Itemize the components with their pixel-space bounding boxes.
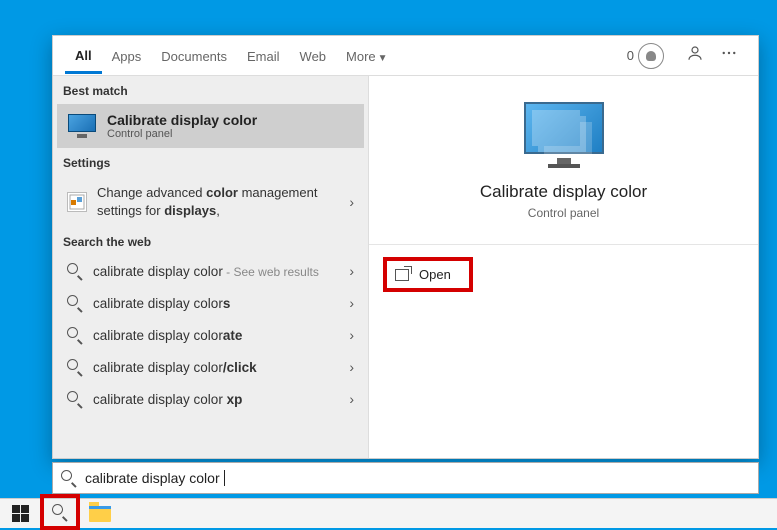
section-header-best-match: Best match xyxy=(53,76,368,104)
divider xyxy=(369,244,758,245)
tab-email[interactable]: Email xyxy=(237,39,290,72)
rewards-medal-icon[interactable] xyxy=(638,43,664,69)
windows-logo-icon xyxy=(12,505,29,522)
more-options-icon[interactable] xyxy=(720,44,738,67)
search-input-value: calibrate display color xyxy=(85,470,220,486)
web-result-text: calibrate display colorate xyxy=(93,328,242,343)
chevron-right-icon[interactable]: › xyxy=(349,359,354,375)
search-icon xyxy=(67,359,83,375)
account-icon[interactable] xyxy=(686,44,704,67)
section-header-web: Search the web xyxy=(53,227,368,255)
filter-tabs-row: All Apps Documents Email Web More▼ 0 xyxy=(53,36,758,76)
results-left-column: Best match Calibrate display color Contr… xyxy=(53,76,369,458)
rewards-count: 0 xyxy=(627,48,634,63)
monitor-icon xyxy=(67,114,97,138)
section-header-settings: Settings xyxy=(53,148,368,176)
web-result-item[interactable]: calibrate display color xp › xyxy=(57,383,364,415)
tab-apps[interactable]: Apps xyxy=(102,39,152,72)
tab-all[interactable]: All xyxy=(65,38,102,74)
open-label: Open xyxy=(419,267,451,282)
preview-title: Calibrate display color xyxy=(369,182,758,202)
search-icon xyxy=(52,504,68,520)
folder-icon xyxy=(89,506,111,522)
web-result-item[interactable]: calibrate display color - See web result… xyxy=(57,255,364,287)
tab-documents[interactable]: Documents xyxy=(151,39,237,72)
chevron-right-icon[interactable]: › xyxy=(349,263,354,279)
preview-subtitle: Control panel xyxy=(369,206,758,220)
web-result-text: calibrate display color/click xyxy=(93,360,257,375)
best-match-subtitle: Control panel xyxy=(107,128,257,140)
web-result-item[interactable]: calibrate display color/click › xyxy=(57,351,364,383)
search-icon xyxy=(67,327,83,343)
search-icon xyxy=(67,391,83,407)
search-icon xyxy=(61,470,77,486)
monitor-preview-icon xyxy=(524,102,604,168)
web-result-item[interactable]: calibrate display colorate › xyxy=(57,319,364,351)
best-match-title: Calibrate display color xyxy=(107,112,257,128)
search-icon xyxy=(67,295,83,311)
taskbar xyxy=(0,498,777,528)
start-button[interactable] xyxy=(0,499,40,529)
settings-result-item[interactable]: Change advanced color management setting… xyxy=(57,176,364,227)
file-explorer-button[interactable] xyxy=(80,499,120,529)
search-results-panel: All Apps Documents Email Web More▼ 0 Bes… xyxy=(52,35,759,459)
tab-more[interactable]: More▼ xyxy=(336,39,398,72)
settings-result-text: Change advanced color management setting… xyxy=(97,184,354,219)
web-result-text: calibrate display color - See web result… xyxy=(93,264,319,279)
chevron-right-icon[interactable]: › xyxy=(349,327,354,343)
web-result-text: calibrate display colors xyxy=(93,296,230,311)
taskbar-search-button[interactable] xyxy=(40,494,80,530)
search-input[interactable]: calibrate display color xyxy=(52,462,759,494)
color-management-icon xyxy=(67,192,87,212)
web-result-item[interactable]: calibrate display colors › xyxy=(57,287,364,319)
chevron-right-icon[interactable]: › xyxy=(349,391,354,407)
search-icon xyxy=(67,263,83,279)
preview-pane: Calibrate display color Control panel Op… xyxy=(369,76,758,458)
open-icon xyxy=(395,269,409,281)
chevron-right-icon[interactable]: › xyxy=(349,194,354,210)
web-result-text: calibrate display color xp xyxy=(93,392,242,407)
open-button[interactable]: Open xyxy=(383,257,473,292)
tab-web[interactable]: Web xyxy=(290,39,337,72)
chevron-right-icon[interactable]: › xyxy=(349,295,354,311)
best-match-result[interactable]: Calibrate display color Control panel xyxy=(57,104,364,148)
